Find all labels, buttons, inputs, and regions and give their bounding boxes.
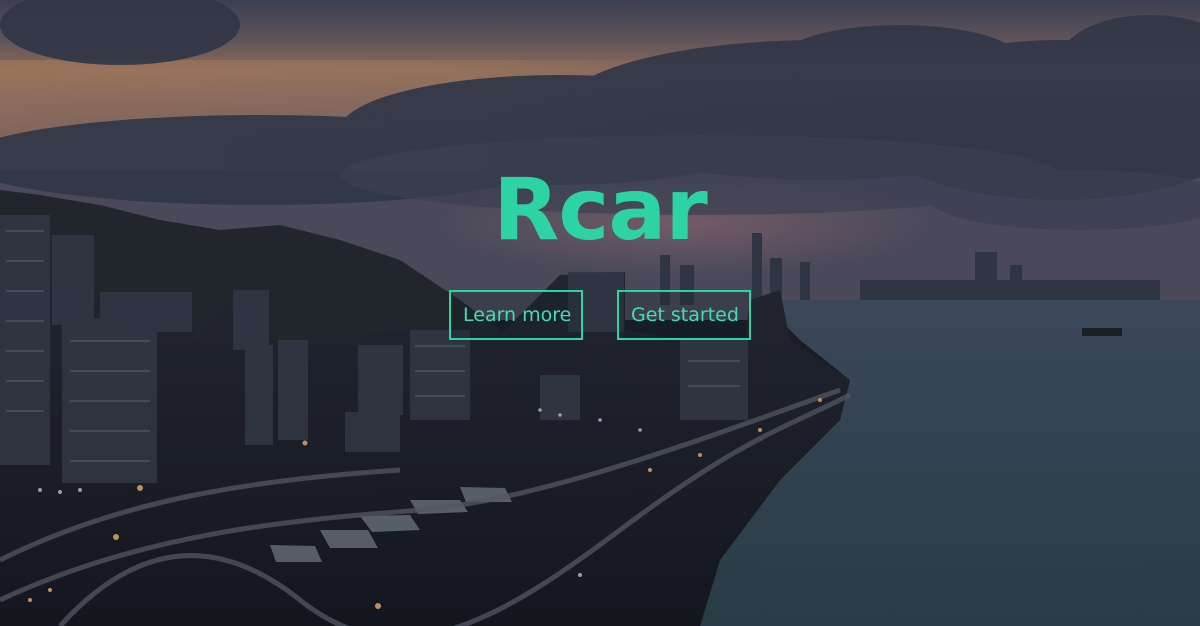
hero-content: Rcar Learn more Get started <box>0 0 1200 626</box>
get-started-button[interactable]: Get started <box>617 290 751 340</box>
hero-actions: Learn more Get started <box>449 290 751 340</box>
hero-section: Rcar Learn more Get started <box>0 0 1200 626</box>
learn-more-button[interactable]: Learn more <box>449 290 583 340</box>
brand-title: Rcar <box>493 160 708 260</box>
